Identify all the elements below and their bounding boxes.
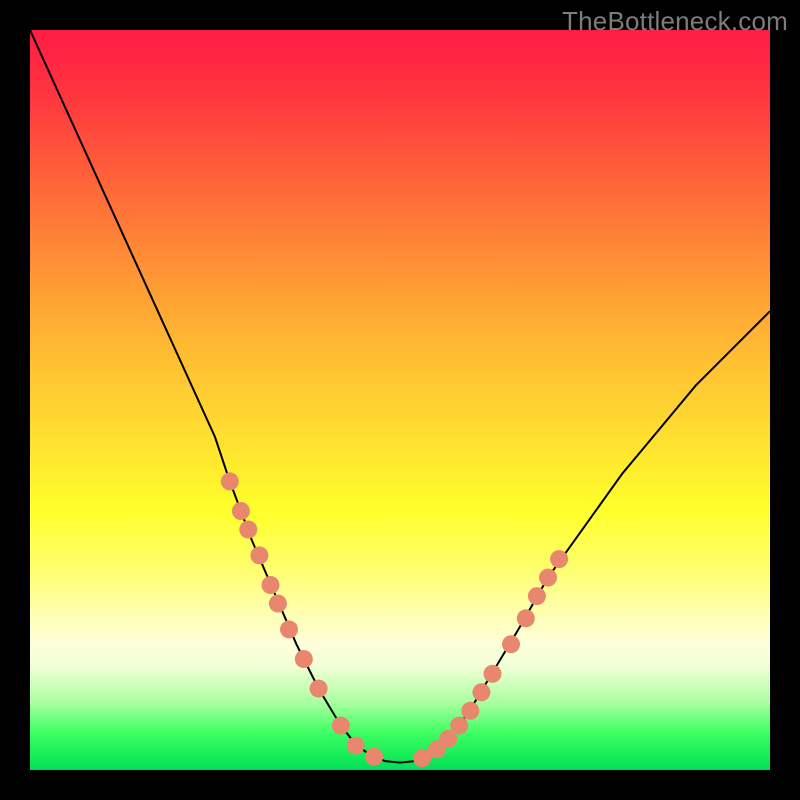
data-marker (450, 717, 468, 735)
data-marker (539, 569, 557, 587)
chart-svg (30, 30, 770, 770)
data-marker (472, 683, 490, 701)
chart-frame: TheBottleneck.com (0, 0, 800, 800)
data-marker (502, 635, 520, 653)
bottleneck-curve-path (30, 30, 770, 763)
data-marker (280, 620, 298, 638)
data-marker (295, 650, 313, 668)
data-marker (484, 665, 502, 683)
data-marker (232, 502, 250, 520)
data-marker (250, 546, 268, 564)
curve-group (30, 30, 770, 763)
data-marker (347, 737, 365, 755)
chart-plot-area (30, 30, 770, 770)
markers-group (221, 472, 568, 767)
data-marker (528, 587, 546, 605)
data-marker (269, 595, 287, 613)
watermark-text: TheBottleneck.com (562, 6, 788, 37)
data-marker (517, 609, 535, 627)
data-marker (310, 680, 328, 698)
data-marker (221, 472, 239, 490)
data-marker (550, 550, 568, 568)
data-marker (461, 702, 479, 720)
data-marker (262, 576, 280, 594)
data-marker (332, 717, 350, 735)
data-marker (365, 748, 383, 766)
data-marker (239, 521, 257, 539)
